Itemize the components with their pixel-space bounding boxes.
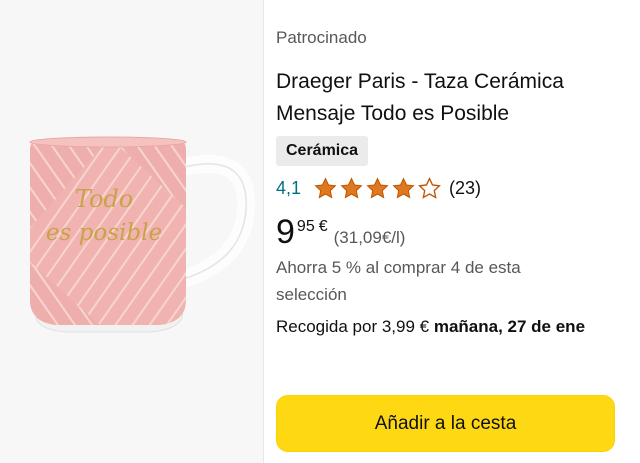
star-empty-icon <box>418 176 441 199</box>
star-full-icon <box>314 176 337 198</box>
delivery-date: mañana, 27 de ene <box>433 317 586 336</box>
sponsored-label[interactable]: Patrocinado <box>276 28 367 48</box>
delivery-info: Recogida por 3,99 € mañana, 27 de ene <box>276 313 621 341</box>
mug-image[interactable]: Todo es posible <box>0 0 263 463</box>
price-fraction: 95 <box>296 218 315 235</box>
rating-row[interactable]: 4,1 (23) <box>276 174 481 202</box>
rating-count[interactable]: (23) <box>449 178 481 199</box>
product-title[interactable]: Draeger Paris - Taza Cerámica Mensaje To… <box>276 66 616 130</box>
star-full-icon <box>340 176 363 198</box>
product-image-panel[interactable]: Todo es posible <box>0 0 263 463</box>
add-to-cart-button[interactable]: Añadir a la cesta <box>276 395 615 452</box>
panel-divider <box>263 0 264 463</box>
bulk-discount-text: Ahorra 5 % al comprar 4 de esta selecció… <box>276 258 521 304</box>
unit-price: (31,09€/l) <box>333 228 406 247</box>
price-whole: 9 <box>276 213 295 251</box>
star-rating[interactable] <box>313 176 443 201</box>
mug-text-line2: es posible <box>46 220 162 246</box>
delivery-prefix: Recogida por 3,99 € <box>276 317 434 336</box>
rating-value[interactable]: 4,1 <box>276 178 301 199</box>
star-full-icon <box>392 176 415 198</box>
mug-text-line1: Todo <box>75 185 133 213</box>
price: 9 95 € (31,09€/l) <box>276 214 405 250</box>
price-currency: € <box>318 218 328 235</box>
material-tag: Cerámica <box>276 136 369 166</box>
star-full-icon <box>366 176 389 198</box>
product-info: Patrocinado Draeger Paris - Taza Cerámic… <box>276 0 624 463</box>
